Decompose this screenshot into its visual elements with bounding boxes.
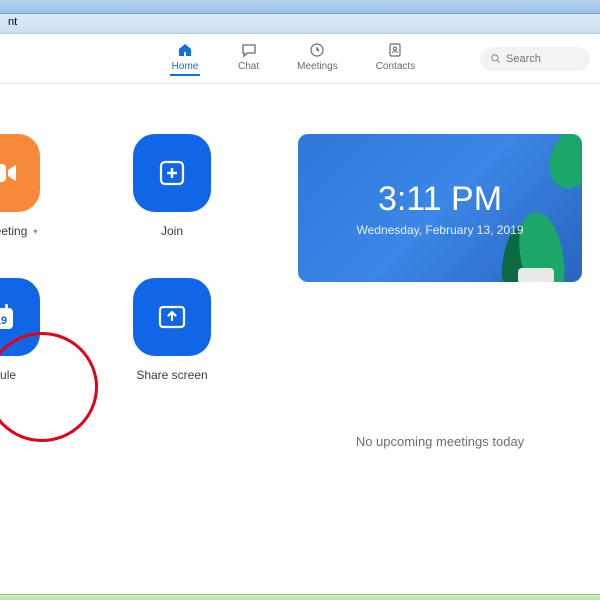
video-icon	[0, 159, 20, 187]
plus-icon	[157, 158, 187, 188]
tile-share-screen: Share screen	[102, 278, 242, 382]
upcoming-meetings: No upcoming meetings today	[298, 282, 582, 600]
share-icon	[156, 302, 188, 332]
contacts-icon	[386, 41, 404, 59]
clock-card: 3:11 PM Wednesday, February 13, 2019	[298, 134, 582, 282]
action-tiles: ew Meeting ▾ Join	[0, 84, 280, 600]
window-titlebar	[0, 0, 600, 14]
new-meeting-button[interactable]	[0, 134, 40, 212]
calendar-icon: 19	[0, 300, 18, 334]
nav-home[interactable]: Home	[170, 41, 200, 76]
window-subtitle: nt	[0, 14, 600, 34]
nav-contacts[interactable]: Contacts	[376, 41, 415, 76]
top-nav: Home Chat Meetings Contacts	[0, 34, 600, 84]
nav-chat[interactable]: Chat	[238, 41, 259, 76]
join-label: Join	[161, 224, 183, 238]
clock-time: 3:11 PM	[378, 180, 502, 219]
search-icon	[490, 53, 501, 64]
join-button[interactable]	[133, 134, 211, 212]
share-screen-button[interactable]	[133, 278, 211, 356]
clock-date: Wednesday, February 13, 2019	[357, 223, 524, 237]
nav-meetings-label: Meetings	[297, 61, 338, 72]
nav-chat-label: Chat	[238, 61, 259, 72]
nav-home-label: Home	[172, 61, 199, 72]
schedule-label: Schedule	[0, 368, 16, 382]
home-icon	[176, 41, 194, 59]
footer-strip	[0, 594, 600, 600]
chat-icon	[240, 41, 258, 59]
right-panel: 3:11 PM Wednesday, February 13, 2019 No …	[280, 84, 600, 600]
search-input[interactable]	[506, 53, 576, 65]
svg-text:19: 19	[0, 315, 7, 327]
tile-join: Join	[102, 134, 242, 238]
clock-icon	[308, 41, 326, 59]
schedule-button[interactable]: 19	[0, 278, 40, 356]
chevron-down-icon[interactable]: ▾	[33, 227, 37, 236]
share-screen-label: Share screen	[136, 368, 207, 382]
tile-new-meeting: ew Meeting ▾	[0, 134, 102, 238]
plant-pot-icon	[518, 268, 554, 282]
nav-contacts-label: Contacts	[376, 61, 415, 72]
plant-leaf-icon	[539, 134, 582, 197]
no-meetings-text: No upcoming meetings today	[356, 434, 524, 449]
nav-meetings[interactable]: Meetings	[297, 41, 338, 76]
new-meeting-label: ew Meeting	[0, 224, 27, 238]
tile-schedule: 19 Schedule	[0, 278, 102, 382]
search-box[interactable]	[480, 47, 590, 71]
